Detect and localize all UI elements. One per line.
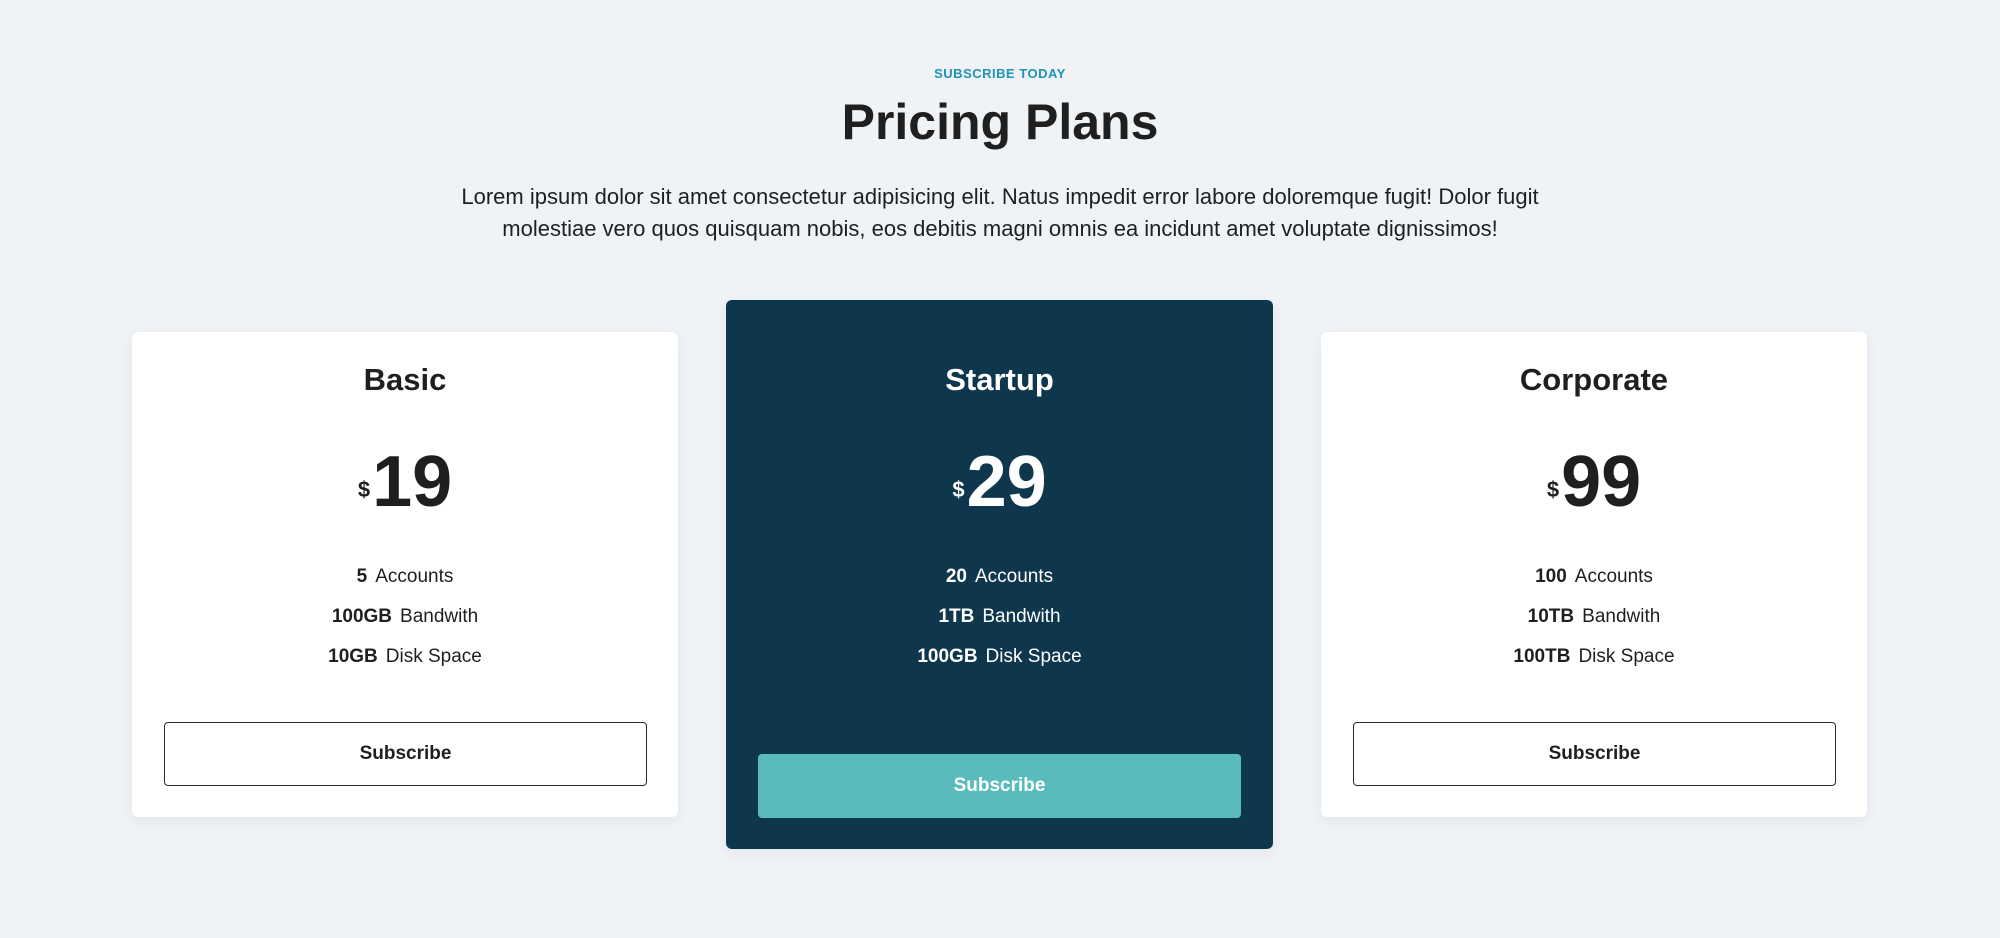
price-amount: 99	[1561, 442, 1642, 522]
plan-card-basic: Basic $19 5 Accounts 100GB Bandwith 10GB Di…	[132, 332, 678, 817]
feature-value: 100GB	[917, 646, 978, 667]
feature-bandwidth: 10TB Bandwith	[1321, 597, 1867, 637]
feature-value: 20	[945, 566, 967, 587]
feature-label: Disk Space	[385, 646, 482, 667]
price-amount: 29	[966, 442, 1047, 522]
plan-price: $19	[132, 442, 678, 522]
currency-symbol: $	[952, 477, 965, 502]
price-amount: 19	[372, 442, 453, 522]
feature-label: Accounts	[375, 566, 454, 587]
feature-label: Disk Space	[1578, 646, 1675, 667]
plan-price: $99	[1321, 442, 1867, 522]
plan-name: Startup	[945, 362, 1054, 397]
plan-card-startup: Startup $29 20 Accounts 1TB Bandwith 100GB…	[726, 300, 1273, 849]
feature-list: 100 Accounts 10TB Bandwith 100TB Disk Space	[1321, 557, 1867, 677]
feature-bandwidth: 1TB Bandwith	[726, 597, 1273, 637]
feature-accounts: 100 Accounts	[1321, 557, 1867, 597]
eyebrow-label: SUBSCRIBE TODAY	[934, 66, 1066, 81]
page-title: Pricing Plans	[841, 94, 1159, 150]
feature-accounts: 20 Accounts	[726, 557, 1273, 597]
feature-value: 10GB	[328, 646, 378, 667]
feature-label: Bandwith	[1582, 606, 1661, 627]
feature-list: 5 Accounts 100GB Bandwith 10GB Disk Space	[132, 557, 678, 677]
feature-value: 100	[1535, 566, 1567, 587]
feature-value: 5	[356, 566, 368, 587]
feature-value: 100TB	[1513, 646, 1571, 667]
feature-list: 20 Accounts 1TB Bandwith 100GB Disk Space	[726, 557, 1273, 677]
feature-value: 1TB	[938, 606, 975, 627]
feature-value: 100GB	[331, 606, 393, 627]
plan-name: Basic	[363, 362, 447, 397]
feature-label: Accounts	[974, 566, 1054, 587]
feature-bandwidth: 100GB Bandwith	[132, 597, 678, 637]
subscribe-button-corporate[interactable]: Subscribe	[1353, 722, 1836, 786]
feature-label: Bandwith	[400, 606, 479, 627]
feature-label: Bandwith	[982, 606, 1061, 627]
plan-name: Corporate	[1519, 362, 1669, 397]
currency-symbol: $	[357, 477, 371, 502]
intro-text: Lorem ipsum dolor sit amet consectetur a…	[461, 184, 1539, 241]
currency-symbol: $	[1546, 477, 1560, 502]
plan-card-corporate: Corporate $99 100 Accounts 10TB Bandwith 1…	[1321, 332, 1867, 817]
feature-accounts: 5 Accounts	[132, 557, 678, 597]
subscribe-button-startup[interactable]: Subscribe	[758, 754, 1241, 818]
feature-label: Disk Space	[985, 646, 1082, 667]
feature-disk-space: 100GB Disk Space	[726, 637, 1273, 677]
feature-disk-space: 10GB Disk Space	[132, 637, 678, 677]
subscribe-button-basic[interactable]: Subscribe	[164, 722, 647, 786]
feature-value: 10TB	[1527, 606, 1575, 627]
feature-disk-space: 100TB Disk Space	[1321, 637, 1867, 677]
plan-price: $29	[726, 442, 1273, 522]
feature-label: Accounts	[1574, 566, 1653, 587]
